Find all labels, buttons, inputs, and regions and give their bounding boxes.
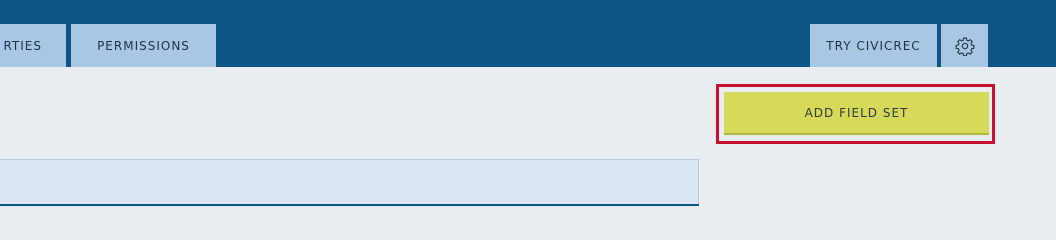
top-navigation-bar: RTIES PERMISSIONS TRY CIVICREC xyxy=(0,0,1056,67)
settings-button[interactable] xyxy=(941,24,988,67)
panel-header xyxy=(0,159,699,204)
add-field-set-label: ADD FIELD SET xyxy=(804,105,909,120)
gear-icon xyxy=(955,37,974,56)
tab-permissions[interactable]: PERMISSIONS xyxy=(71,24,216,67)
panel-divider xyxy=(0,204,699,206)
tab-properties-label: RTIES xyxy=(3,38,42,53)
try-civicrec-label: TRY CIVICREC xyxy=(826,38,921,53)
tab-properties[interactable]: RTIES xyxy=(0,24,66,67)
try-civicrec-button[interactable]: TRY CIVICREC xyxy=(810,24,937,67)
tab-permissions-label: PERMISSIONS xyxy=(97,38,190,53)
add-field-set-button[interactable]: ADD FIELD SET xyxy=(724,92,989,135)
